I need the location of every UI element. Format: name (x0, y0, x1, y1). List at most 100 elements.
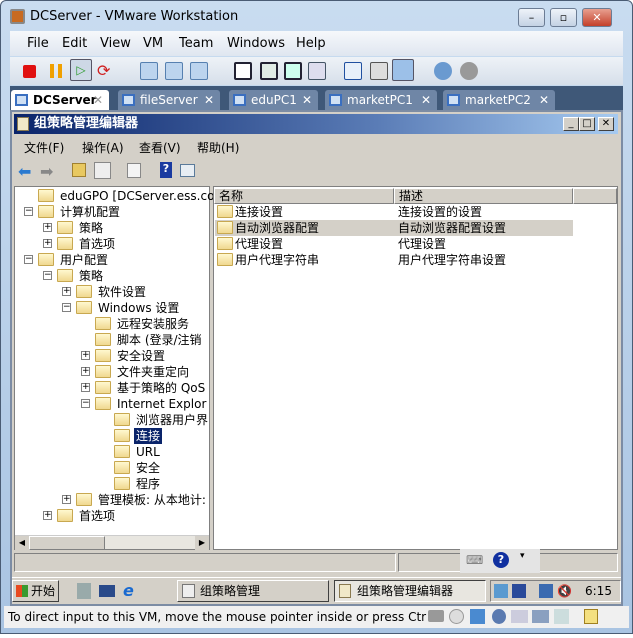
expand-icon[interactable]: + (81, 383, 90, 392)
tab-dcserver[interactable]: DCServer ✕ (11, 90, 109, 110)
message-log-icon[interactable] (584, 609, 598, 624)
taskbar-item-gpme[interactable]: 组策略管理编辑器 (334, 580, 486, 602)
expand-icon[interactable]: + (62, 287, 71, 296)
tree-node[interactable]: + 策略 (16, 220, 208, 236)
security-warning-icon[interactable] (512, 584, 526, 598)
guest-close-button[interactable]: ✕ (598, 117, 614, 131)
scroll-thumb[interactable] (29, 536, 105, 550)
expand-icon[interactable]: + (81, 351, 90, 360)
menu-windows[interactable]: Windows (227, 36, 285, 51)
tree-node[interactable]: + 基于策略的 QoS (16, 380, 208, 396)
start-button[interactable]: 开始 (12, 580, 59, 602)
menu-view[interactable]: View (100, 36, 131, 51)
guest-maximize-button[interactable]: □ (579, 117, 595, 131)
maximize-button[interactable]: ▫ (550, 8, 577, 27)
scroll-left-button[interactable]: ◀ (15, 536, 29, 550)
tree-node[interactable]: eduGPO [DCServer.ess.com] 策 (16, 188, 247, 204)
snapshot-manager-icon[interactable] (190, 62, 208, 80)
console-icon[interactable] (370, 62, 388, 80)
floppy-icon[interactable] (554, 609, 569, 624)
help-icon[interactable]: ? (160, 162, 172, 178)
tree-node[interactable]: + 首选项 (16, 236, 208, 252)
menu-help-cn[interactable]: 帮助(H) (197, 139, 239, 156)
tree-node[interactable]: + 文件夹重定向 (16, 364, 208, 380)
tab-marketpc2[interactable]: marketPC2 ✕ (443, 90, 555, 110)
tree-node[interactable]: + 安全设置 (16, 348, 208, 364)
network-adapter-icon[interactable] (470, 609, 485, 624)
collapse-icon[interactable]: − (24, 207, 33, 216)
tree-node[interactable]: 脚本 (登录/注销 (16, 332, 208, 348)
pause-icon[interactable] (50, 64, 62, 78)
action-pane-icon[interactable] (180, 164, 195, 177)
menu-edit[interactable]: Edit (62, 36, 87, 51)
tab-edupc1[interactable]: eduPC1 ✕ (229, 90, 318, 110)
overflow-icon[interactable]: ▾ (520, 551, 525, 561)
list-item[interactable]: 连接设置 连接设置的设置 (215, 204, 573, 220)
forward-icon[interactable]: ➡ (40, 162, 53, 181)
menu-action-cn[interactable]: 操作(A) (82, 139, 124, 156)
volume-muted-icon[interactable]: 🔇 (557, 584, 572, 598)
collapse-icon[interactable]: − (43, 271, 52, 280)
collapse-icon[interactable]: − (81, 399, 90, 408)
server-manager-icon[interactable] (77, 583, 91, 599)
tree-node[interactable]: − 计算机配置 (16, 204, 208, 220)
tree-node[interactable]: − Windows 设置 (16, 300, 208, 316)
display-icon[interactable] (532, 610, 549, 623)
expand-icon[interactable]: + (43, 511, 52, 520)
sound-icon[interactable] (492, 609, 506, 624)
close-tab-icon[interactable]: ✕ (302, 90, 312, 110)
column-header-description[interactable]: 描述 (394, 188, 573, 204)
back-icon[interactable]: ⬅ (18, 162, 31, 181)
menu-help[interactable]: Help (296, 36, 326, 51)
revert-snapshot-icon[interactable] (165, 62, 183, 80)
menu-vm[interactable]: VM (143, 36, 163, 51)
guest-minimize-button[interactable]: _ (563, 117, 579, 131)
tree-node[interactable]: 远程安装服务 (16, 316, 208, 332)
network-icon[interactable] (539, 584, 553, 598)
expand-icon[interactable]: + (62, 495, 71, 504)
expand-icon[interactable]: + (81, 367, 90, 376)
tree-node[interactable]: − 用户配置 (16, 252, 208, 268)
taskbar-item-gpm[interactable]: 组策略管理 (177, 580, 329, 602)
menu-team[interactable]: Team (179, 36, 213, 51)
reset-icon[interactable]: ⟳ (97, 62, 115, 80)
fullscreen-icon[interactable] (284, 62, 302, 80)
summary-icon[interactable] (392, 59, 414, 81)
keyboard-icon[interactable]: ⌨ (466, 553, 483, 567)
menu-file-cn[interactable]: 文件(F) (24, 139, 64, 156)
close-tab-icon[interactable]: ✕ (539, 90, 549, 110)
scroll-right-button[interactable]: ▶ (195, 536, 209, 550)
tree-node[interactable]: + 软件设置 (16, 284, 208, 300)
replay-icon[interactable] (460, 62, 478, 80)
tree-horizontal-scrollbar[interactable]: ◀ ▶ (15, 535, 209, 550)
stop-icon[interactable] (23, 65, 36, 78)
tree-node[interactable]: 安全 (16, 460, 208, 476)
menu-view-cn[interactable]: 查看(V) (139, 139, 181, 156)
tree-node[interactable]: − 策略 (16, 268, 208, 284)
ie-icon[interactable]: e (123, 581, 134, 600)
show-hide-tree-icon[interactable] (94, 162, 111, 179)
tree-node[interactable]: 程序 (16, 476, 208, 492)
tree-node[interactable]: + 首选项 (16, 508, 208, 524)
tree-node[interactable]: 浏览器用户界 (16, 412, 208, 428)
unity-icon[interactable] (308, 62, 326, 80)
export-list-icon[interactable] (127, 163, 141, 178)
column-header-name[interactable]: 名称 (214, 188, 394, 204)
close-button[interactable]: ✕ (582, 8, 612, 27)
sidebar-icon[interactable] (234, 62, 252, 80)
hard-disk-icon[interactable] (428, 610, 444, 622)
minimize-button[interactable]: – (518, 8, 545, 27)
list-item[interactable]: 用户代理字符串 用户代理字符串设置 (215, 252, 573, 268)
expand-icon[interactable]: + (43, 223, 52, 232)
usb-icon[interactable] (511, 610, 528, 623)
tray-app-icon[interactable] (494, 584, 508, 598)
record-icon[interactable] (434, 62, 452, 80)
menu-file[interactable]: File (27, 36, 49, 51)
expand-icon[interactable]: + (43, 239, 52, 248)
clock[interactable]: 6:15 (585, 584, 612, 598)
quick-switch-icon[interactable] (260, 62, 278, 80)
collapse-icon[interactable]: − (62, 303, 71, 312)
tree-node[interactable]: 连接 (16, 428, 208, 444)
up-folder-icon[interactable] (72, 163, 86, 177)
tree-node[interactable]: + 管理模板: 从本地计: (16, 492, 208, 508)
